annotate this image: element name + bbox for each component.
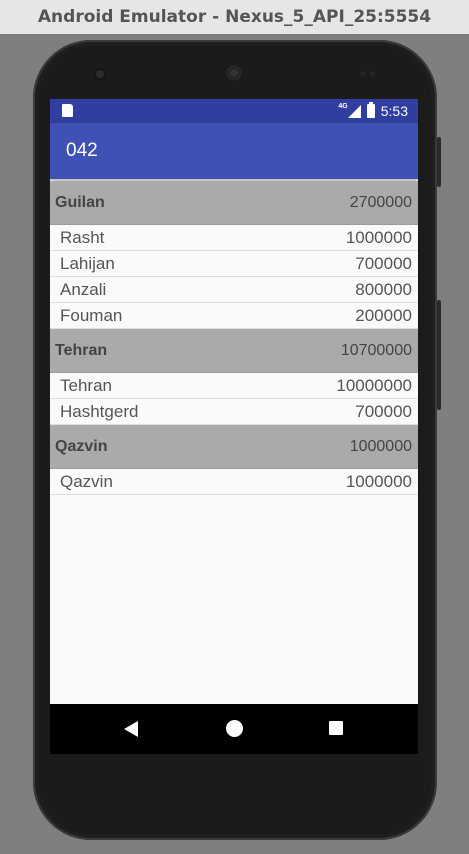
group-total: 2700000: [349, 193, 412, 211]
item-name: Fouman: [60, 305, 123, 325]
back-icon[interactable]: [124, 721, 138, 737]
item-name: Anzali: [60, 279, 107, 299]
status-bar: 4G 5:53: [50, 99, 418, 123]
front-camera: [96, 70, 104, 78]
item-name: Tehran: [60, 375, 112, 395]
group-header-qazvin[interactable]: Qazvin 1000000: [50, 425, 418, 469]
power-button[interactable]: [437, 137, 441, 187]
group-header-guilan[interactable]: Guilan 2700000: [50, 181, 418, 225]
navigation-bar: [50, 704, 418, 754]
item-name: Qazvin: [60, 471, 113, 491]
earpiece-speaker: [225, 64, 243, 82]
network-type: 4G: [338, 102, 348, 110]
device-screen: 4G 5:53 042 Guilan 2700000 Rasht 1000000…: [50, 99, 418, 754]
list-item[interactable]: Qazvin 1000000: [50, 469, 418, 495]
expandable-list: Guilan 2700000 Rasht 1000000 Lahijan 700…: [50, 181, 418, 495]
volume-button[interactable]: [437, 300, 441, 410]
signal-icon: [347, 104, 361, 118]
group-total: 1000000: [349, 437, 412, 455]
proximity-sensor: [360, 71, 365, 76]
item-value: 800000: [355, 279, 412, 299]
item-value: 700000: [355, 253, 412, 273]
list-item[interactable]: Tehran 10000000: [50, 373, 418, 399]
list-item[interactable]: Anzali 800000: [50, 277, 418, 303]
item-value: 1000000: [345, 471, 412, 491]
list-item[interactable]: Hashtgerd 700000: [50, 399, 418, 425]
emulator-window-title: Android Emulator - Nexus_5_API_25:5554: [0, 0, 469, 34]
app-bar: 042: [50, 123, 418, 179]
item-name: Lahijan: [60, 253, 115, 273]
item-value: 10000000: [336, 375, 412, 395]
group-name: Tehran: [55, 341, 108, 359]
list-item[interactable]: Fouman 200000: [50, 303, 418, 329]
app-title: 042: [66, 140, 98, 161]
battery-charging-icon: [366, 102, 375, 118]
light-sensor: [370, 71, 375, 76]
group-name: Qazvin: [55, 437, 108, 455]
group-total: 10700000: [340, 341, 412, 359]
group-header-tehran[interactable]: Tehran 10700000: [50, 329, 418, 373]
list-item[interactable]: Lahijan 700000: [50, 251, 418, 277]
item-value: 700000: [355, 401, 412, 421]
sd-card-icon: [62, 104, 73, 117]
home-icon[interactable]: [226, 720, 243, 737]
item-value: 200000: [355, 305, 412, 325]
item-value: 1000000: [345, 227, 412, 247]
group-name: Guilan: [55, 193, 105, 211]
list-item[interactable]: Rasht 1000000: [50, 225, 418, 251]
status-time: 5:53: [380, 103, 408, 119]
item-name: Rasht: [60, 227, 105, 247]
recents-icon[interactable]: [329, 721, 343, 735]
item-name: Hashtgerd: [60, 401, 139, 421]
